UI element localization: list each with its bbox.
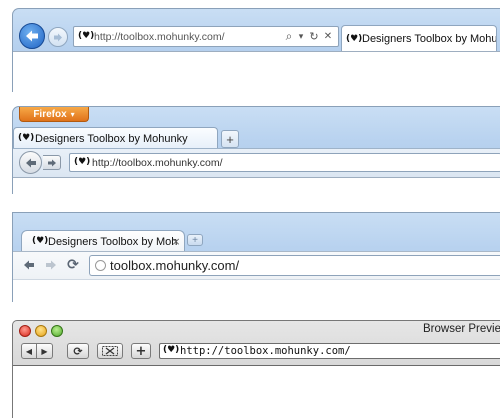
firefox-tab-label: Designers Toolbox by Mohunky [35, 132, 188, 145]
plus-icon: + [135, 343, 147, 359]
page-icon [95, 260, 106, 271]
scissors-icon [102, 346, 118, 356]
chrome-content [13, 279, 500, 302]
dropdown-icon[interactable]: ▾ [296, 29, 306, 44]
ie-address-bar[interactable]: (♥) http://toolbox.mohunky.com/ ⌕ ▾ ↻ ✕ [73, 26, 339, 47]
firefox-toolbar: (♥) http://toolbox.mohunky.com/ [13, 148, 500, 177]
ie-tab-label: Designers Toolbox by Mohu [362, 33, 497, 45]
chrome-omnibox[interactable]: toolbox.mohunky.com/ [89, 255, 500, 276]
ie-back-button[interactable] [19, 23, 45, 49]
safari-toolbar: ◀ ▶ ⟳ + (♥) http://toolbox.mohunky.com/ [13, 341, 500, 361]
safari-window: Browser Preview ◀ ▶ ⟳ + (♥) http://toolb… [12, 320, 500, 418]
firefox-window: Firefox ▾ (♥) Designers Toolbox by Mohun… [12, 106, 500, 194]
back-arrow-icon [26, 30, 38, 42]
chevron-down-icon: ▾ [70, 109, 75, 119]
favicon-icon: (♥) [18, 133, 35, 143]
firefox-content [13, 177, 500, 194]
plus-icon: + [192, 234, 198, 246]
forward-triangle-icon: ▶ [41, 346, 48, 356]
safari-window-title: Browser Preview [423, 323, 500, 335]
back-arrow-icon [25, 158, 36, 167]
safari-back-button[interactable]: ◀ [21, 343, 37, 359]
safari-add-bookmark-button[interactable]: + [131, 343, 151, 359]
close-button[interactable] [19, 325, 31, 337]
refresh-icon[interactable]: ⟳ [65, 256, 81, 274]
favicon-icon: (♥) [346, 34, 363, 44]
firefox-address-bar[interactable]: (♥) http://toolbox.mohunky.com/ [69, 153, 500, 172]
zoom-button[interactable] [51, 325, 63, 337]
favicon-icon: (♥) [163, 345, 180, 355]
safari-snippet-button[interactable] [97, 343, 123, 359]
ie-content [13, 51, 500, 92]
firefox-menu-label: Firefox [33, 108, 67, 120]
favicon-icon: (♥) [32, 236, 49, 246]
chrome-tab-label: Designers Toolbox by Moh [48, 235, 178, 248]
firefox-url-text: http://toolbox.mohunky.com/ [92, 156, 223, 169]
safari-forward-button[interactable]: ▶ [37, 343, 53, 359]
forward-arrow-icon[interactable] [43, 257, 59, 273]
chrome-new-tab-button[interactable]: + [187, 234, 203, 246]
chrome-window: (♥) Designers Toolbox by Moh × + ⟳ toolb… [12, 212, 500, 302]
refresh-icon: ⟳ [73, 344, 83, 358]
chrome-url-text: toolbox.mohunky.com/ [110, 258, 240, 273]
minimize-button[interactable] [35, 325, 47, 337]
chrome-tab[interactable]: (♥) Designers Toolbox by Moh × [21, 230, 185, 252]
firefox-tab[interactable]: (♥) Designers Toolbox by Mohunky [13, 127, 218, 149]
firefox-new-tab-button[interactable]: + [221, 130, 239, 148]
safari-address-bar[interactable]: (♥) http://toolbox.mohunky.com/ [159, 343, 500, 359]
safari-url-text: http://toolbox.mohunky.com/ [180, 345, 351, 357]
favicon-icon: (♥) [74, 157, 91, 167]
firefox-forward-button[interactable] [43, 155, 61, 170]
firefox-menu-button[interactable]: Firefox ▾ [19, 107, 89, 122]
ie-forward-button[interactable] [48, 27, 68, 47]
ie-window: (♥) http://toolbox.mohunky.com/ ⌕ ▾ ↻ ✕ … [12, 8, 500, 92]
chrome-toolbar: ⟳ toolbox.mohunky.com/ [13, 251, 500, 280]
favicon-icon: (♥) [78, 31, 95, 41]
search-icon[interactable]: ⌕ [282, 29, 296, 44]
safari-content [13, 365, 500, 418]
forward-arrow-icon [54, 33, 62, 41]
chrome-tabstrip-top [13, 212, 500, 213]
stop-icon[interactable]: ✕ [322, 29, 334, 44]
back-triangle-icon: ◀ [25, 346, 33, 356]
ie-url-text: http://toolbox.mohunky.com/ [94, 30, 225, 43]
back-arrow-icon[interactable] [21, 257, 37, 273]
refresh-icon[interactable]: ↻ [308, 29, 320, 44]
firefox-back-button[interactable] [19, 151, 42, 174]
plus-icon: + [226, 131, 234, 147]
forward-arrow-icon [47, 159, 56, 166]
ie-tab[interactable]: (♥) Designers Toolbox by Mohu [341, 25, 497, 52]
close-icon[interactable]: × [170, 235, 182, 248]
safari-reload-button[interactable]: ⟳ [67, 343, 89, 359]
